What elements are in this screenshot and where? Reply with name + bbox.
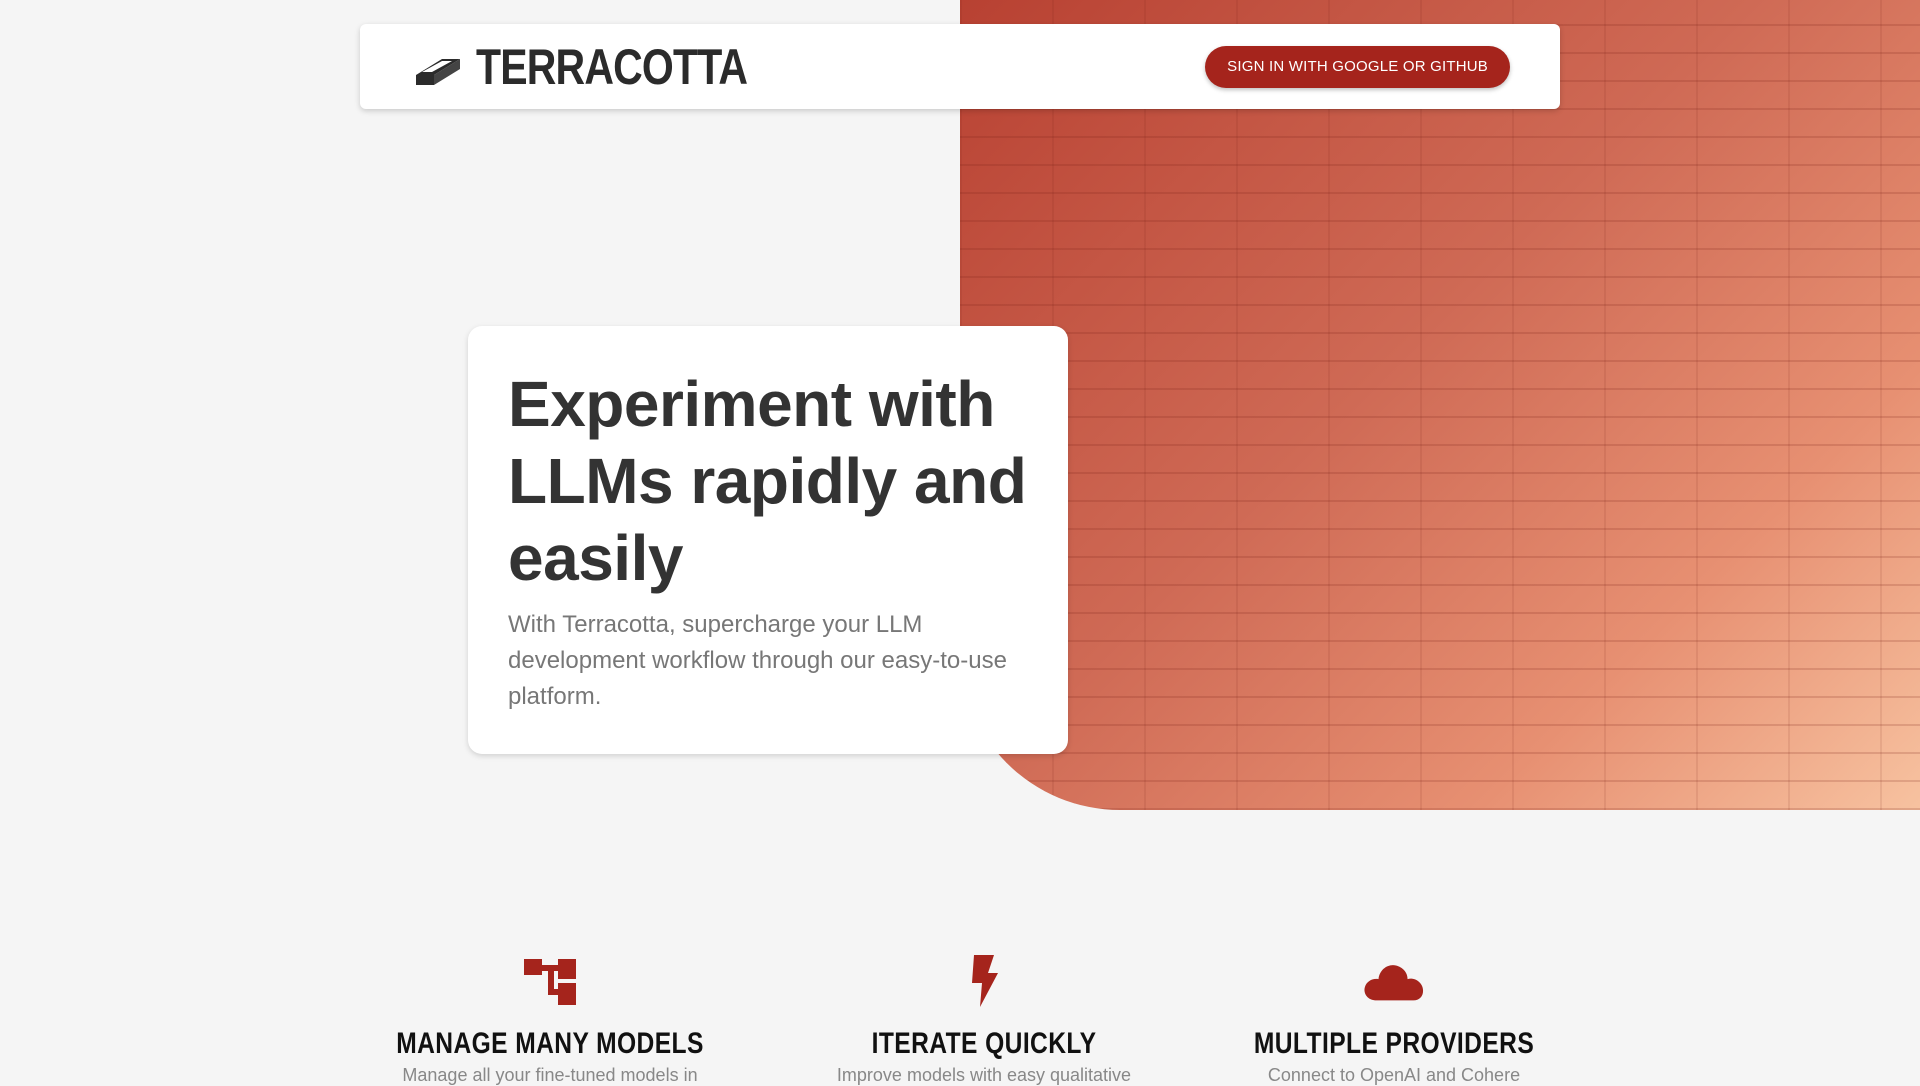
hero-title: Experiment with LLMs rapidly and easily [508,366,1028,597]
brick-texture [960,0,1920,810]
hero-card: Experiment with LLMs rapidly and easily … [468,326,1068,754]
feature-manage-models: MANAGE MANY MODELS Manage all your fine-… [350,955,750,1086]
navbar: TERRACOTTA SIGN IN WITH GOOGLE OR GITHUB [360,24,1560,109]
feature-title: MULTIPLE PROVIDERS [1253,1027,1535,1060]
brick-icon [416,58,460,85]
lightning-icon [972,955,998,1007]
feature-title: MANAGE MANY MODELS [396,1027,704,1060]
hero-subtitle: With Terracotta, supercharge your LLM de… [508,611,1007,710]
feature-iterate-quickly: ITERATE QUICKLY Improve models with easy… [784,955,1184,1086]
feature-title: ITERATE QUICKLY [871,1027,1097,1060]
hero-title-line: easily [508,522,683,594]
feature-description: Manage all your fine-tuned models in [402,1065,698,1085]
hierarchy-icon [524,959,576,1005]
feature-description: Connect to OpenAI and Cohere [1267,1065,1521,1085]
sign-in-button[interactable]: SIGN IN WITH GOOGLE OR GITHUB [1205,45,1510,88]
cloud-icon [1364,965,1424,1001]
feature-description: Improve models with easy qualitative [836,1065,1132,1085]
brand-name: TERRACOTTA [476,38,748,95]
hero-background-image [960,0,1920,810]
hero-title-line: LLMs rapidly and [508,445,1027,517]
feature-multiple-providers: MULTIPLE PROVIDERS Connect to OpenAI and… [1194,955,1594,1086]
brand[interactable]: TERRACOTTA [412,42,807,92]
hero-title-line: Experiment with [508,368,995,440]
